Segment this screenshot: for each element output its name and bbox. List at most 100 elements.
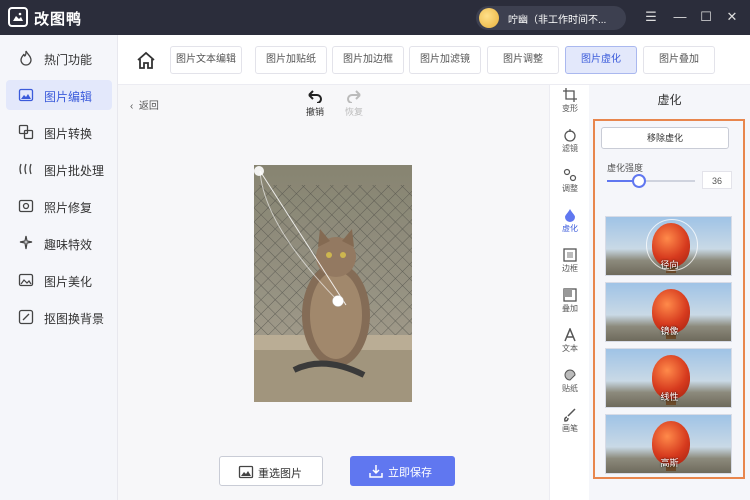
strength-label: 虚化强度: [607, 163, 644, 173]
app-name: 改图鸭: [34, 11, 83, 28]
sidebar-item-effects[interactable]: 趣味特效: [6, 228, 112, 258]
sidebar-item-label: 照片修复: [44, 201, 93, 215]
sidebar-item-label: 图片编辑: [44, 90, 93, 104]
tool-label: 叠加: [562, 304, 578, 313]
tool-crop[interactable]: 变形: [554, 87, 586, 123]
redo-icon: [347, 90, 361, 104]
title-bar: 改图鸭 咛幽（非工作时间不... ☰ — ☐ ✕: [0, 0, 750, 35]
sidebar-item-convert[interactable]: 图片转换: [6, 117, 112, 147]
sidebar-item-label: 图片转换: [44, 127, 93, 141]
tab-border[interactable]: 图片加边框: [332, 46, 404, 74]
brush-icon: [564, 408, 576, 422]
sidebar-item-beautify[interactable]: 图片美化: [6, 265, 112, 295]
strength-value[interactable]: 36: [702, 171, 732, 189]
tool-label: 边框: [562, 264, 578, 273]
app-logo-icon: [8, 7, 28, 27]
tool-frame[interactable]: 边框: [554, 247, 586, 283]
preset-label: 径向: [660, 260, 679, 270]
tool-label: 变形: [562, 104, 578, 113]
tool-label: 调整: [562, 184, 578, 193]
blur-drop-icon: [565, 209, 575, 222]
tool-label: 贴纸: [562, 384, 578, 393]
adjust-icon: [563, 168, 577, 182]
tool-overlay[interactable]: 叠加: [554, 287, 586, 323]
tool-text[interactable]: 文本: [554, 327, 586, 363]
menu-icon[interactable]: ☰: [643, 9, 659, 25]
tool-filter[interactable]: 滤镜: [554, 127, 586, 163]
tool-brush[interactable]: 画笔: [554, 407, 586, 443]
tab-overlay[interactable]: 图片叠加: [643, 46, 715, 74]
sidebar-item-repair[interactable]: 照片修复: [6, 191, 112, 221]
crop-icon: [563, 88, 577, 102]
tab-blur[interactable]: 图片虚化: [565, 46, 637, 74]
save-label: 立即保存: [388, 467, 432, 479]
sidebar-item-image-edit[interactable]: 图片编辑: [6, 80, 112, 110]
preset-linear[interactable]: 线性: [605, 348, 732, 408]
avatar: [479, 8, 499, 28]
sidebar-item-cutout[interactable]: 抠图换背景: [6, 302, 112, 332]
sparkle-icon: [19, 235, 33, 250]
preset-gaussian[interactable]: 高斯: [605, 414, 732, 474]
back-label: 返回: [138, 101, 159, 112]
tool-label: 文本: [562, 344, 578, 353]
preset-label: 镜像: [660, 326, 679, 336]
tab-sticker[interactable]: 图片加贴纸: [255, 46, 327, 74]
convert-icon: [18, 124, 34, 140]
undo-icon: [308, 90, 322, 104]
sidebar-item-hot[interactable]: 热门功能: [6, 43, 112, 73]
undo-button[interactable]: 撤销: [301, 89, 329, 118]
tab-adjust[interactable]: 图片调整: [487, 46, 559, 74]
remove-blur-button[interactable]: 移除虚化: [601, 127, 729, 149]
sidebar-item-label: 图片批处理: [44, 164, 105, 178]
frame-icon: [563, 248, 577, 262]
blur-panel: 虚化 移除虚化 虚化强度 36 径向 镜像 线性 高斯: [589, 85, 750, 500]
tool-sticker[interactable]: 贴纸: [554, 367, 586, 403]
cat-photo-image: [254, 165, 412, 402]
minimize-icon[interactable]: —: [672, 9, 688, 25]
canvas-area: ‹ 返回 撤销 恢复 重选图片 立即保存: [118, 85, 549, 500]
preset-radial[interactable]: 径向: [605, 216, 732, 276]
fire-icon: [20, 50, 32, 66]
reselect-image-button[interactable]: 重选图片: [219, 456, 323, 486]
close-icon[interactable]: ✕: [724, 9, 740, 25]
save-icon: [369, 465, 383, 478]
overlay-icon: [563, 288, 577, 302]
strength-slider[interactable]: [607, 174, 695, 188]
user-account[interactable]: 咛幽（非工作时间不...: [476, 6, 626, 30]
sidebar-item-batch[interactable]: 图片批处理: [6, 154, 112, 184]
save-button[interactable]: 立即保存: [350, 456, 455, 486]
preset-mirror[interactable]: 镜像: [605, 282, 732, 342]
home-icon[interactable]: [134, 49, 158, 73]
user-name: 咛幽（非工作时间不...: [508, 15, 607, 26]
panel-title: 虚化: [657, 93, 682, 107]
sidebar-item-label: 热门功能: [44, 53, 93, 67]
sidebar: 热门功能 图片编辑 图片转换 图片批处理 照片修复 趣味特效 图片美化 抠图换背…: [0, 35, 118, 500]
preset-label: 线性: [660, 392, 679, 402]
tool-label: 滤镜: [562, 144, 578, 153]
tool-strip: 变形 滤镜 调整 虚化 边框 叠加 文本 贴纸 画笔: [549, 85, 589, 500]
beautify-icon: [18, 273, 34, 287]
strength-slider-handle[interactable]: [631, 174, 646, 188]
redo-button[interactable]: 恢复: [340, 89, 368, 118]
feature-tabs: 图片文本编辑 图片加贴纸 图片加边框 图片加滤镜 图片调整 图片虚化 图片叠加: [118, 35, 750, 85]
reselect-label: 重选图片: [258, 468, 302, 480]
preset-label: 高斯: [660, 458, 679, 468]
image-edit-icon: [18, 88, 34, 102]
tool-adjust[interactable]: 调整: [554, 167, 586, 203]
undo-label: 撤销: [305, 107, 324, 117]
cutout-icon: [18, 309, 34, 325]
tab-filter[interactable]: 图片加滤镜: [409, 46, 481, 74]
tab-text-edit[interactable]: 图片文本编辑: [170, 46, 242, 74]
image-icon: [238, 465, 254, 479]
back-button[interactable]: ‹ 返回: [130, 97, 159, 112]
filter-icon: [564, 129, 576, 142]
batch-icon: [19, 163, 32, 175]
maximize-icon[interactable]: ☐: [698, 9, 714, 25]
edited-photo[interactable]: [254, 165, 412, 402]
sidebar-item-label: 图片美化: [44, 275, 93, 289]
sidebar-item-label: 抠图换背景: [44, 312, 105, 326]
text-icon: [564, 328, 576, 342]
sticker-icon: [564, 369, 576, 381]
tool-blur[interactable]: 虚化: [554, 207, 586, 243]
tool-label: 画笔: [562, 424, 578, 433]
